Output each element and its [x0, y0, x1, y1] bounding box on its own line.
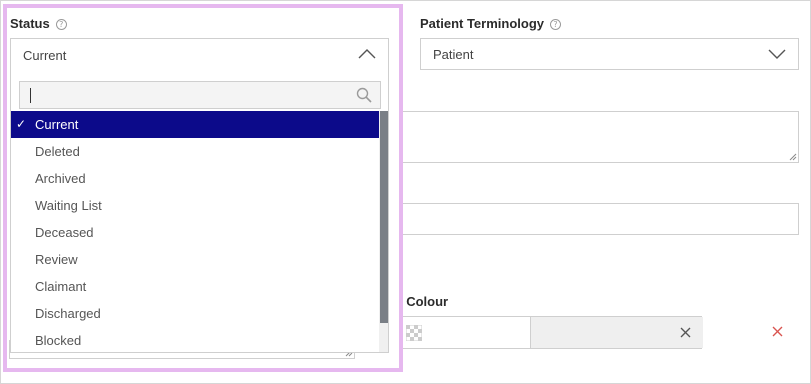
status-option-claimant[interactable]: Claimant: [11, 273, 379, 300]
status-label: Status?: [10, 16, 67, 31]
status-option-waiting-list[interactable]: Waiting List: [11, 192, 379, 219]
resize-handle-icon[interactable]: [789, 153, 797, 161]
status-option-discharged[interactable]: Discharged: [11, 300, 379, 327]
chevron-up-icon: [358, 49, 376, 59]
status-option-archived[interactable]: Archived: [11, 165, 379, 192]
search-icon: [356, 87, 372, 103]
textarea-field[interactable]: [386, 111, 799, 163]
status-option-current[interactable]: ✓ Current: [11, 111, 379, 138]
status-options-list: ✓ Current Deleted Archived Waiting List …: [11, 111, 379, 352]
alert-colour-input[interactable]: [386, 316, 703, 349]
patient-terminology-value: Patient: [433, 47, 474, 62]
transparent-swatch-icon[interactable]: [406, 325, 422, 341]
status-option-review[interactable]: Review: [11, 246, 379, 273]
remove-alert-colour-icon[interactable]: [772, 326, 783, 337]
status-value: Current: [23, 48, 67, 63]
text-cursor: [30, 88, 31, 103]
status-option-blocked[interactable]: Blocked: [11, 327, 379, 352]
status-search-input[interactable]: [19, 81, 381, 109]
help-circle-icon[interactable]: ?: [550, 19, 561, 30]
alert-colour-clear-area: [530, 317, 703, 348]
status-option-deleted[interactable]: Deleted: [11, 138, 379, 165]
status-option-deceased[interactable]: Deceased: [11, 219, 379, 246]
dropdown-scrollbar-thumb[interactable]: [380, 111, 388, 323]
patient-terminology-select[interactable]: Patient: [420, 38, 799, 70]
status-dropdown: ✓ Current Deleted Archived Waiting List …: [10, 71, 389, 353]
check-icon: ✓: [16, 117, 27, 131]
close-icon[interactable]: [680, 327, 691, 338]
text-input[interactable]: [386, 203, 799, 235]
patient-terminology-label: Patient Terminology?: [420, 16, 561, 31]
chevron-down-icon: [768, 49, 786, 59]
status-select[interactable]: Current: [10, 38, 389, 72]
help-circle-icon[interactable]: ?: [55, 19, 67, 30]
